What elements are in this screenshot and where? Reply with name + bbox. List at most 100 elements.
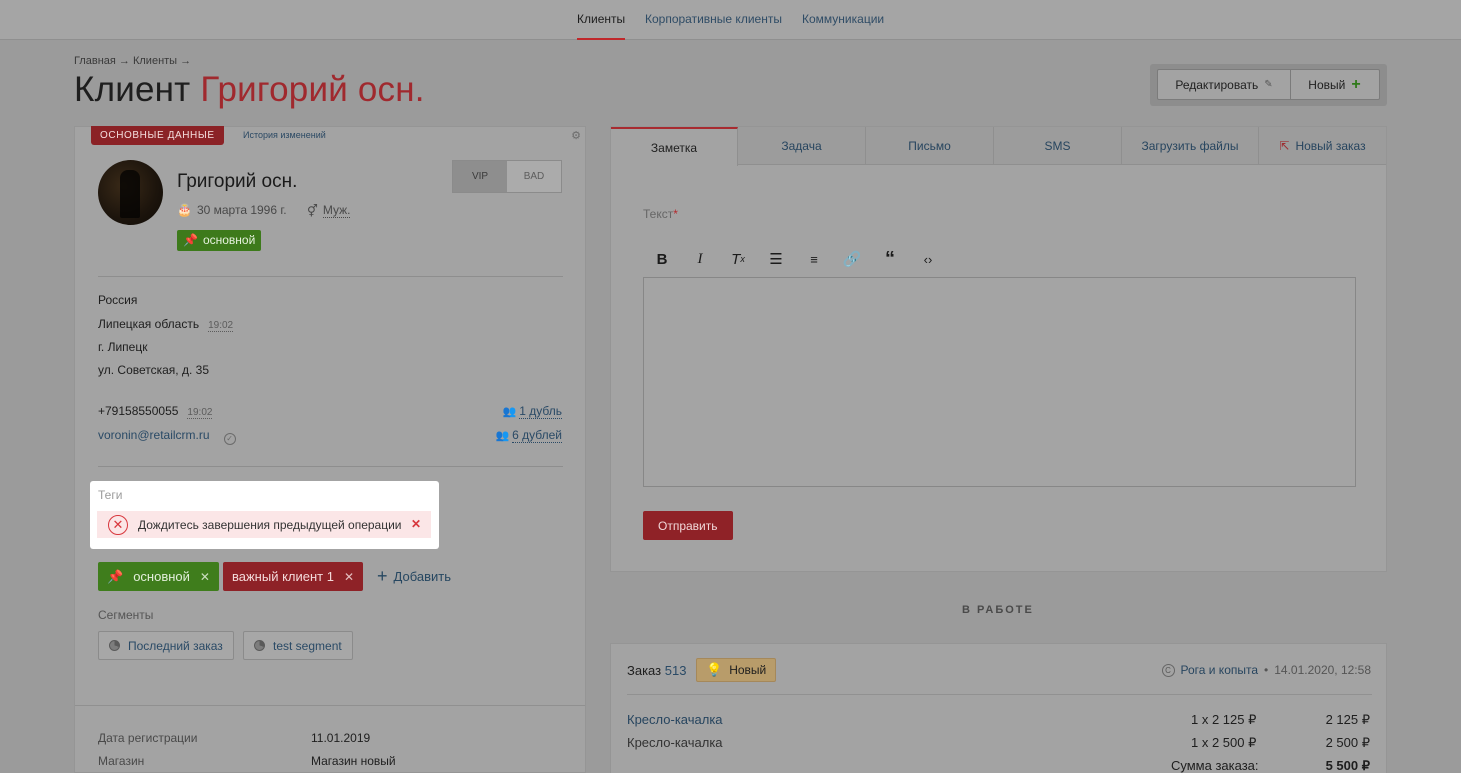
tag-item: 📌 основной ✕ (98, 562, 219, 591)
remove-tag-icon[interactable]: ✕ (200, 570, 210, 584)
tab-sms[interactable]: SMS (994, 127, 1122, 165)
italic-icon[interactable]: I (681, 247, 719, 271)
segment-item[interactable]: test segment (243, 631, 353, 660)
order-number-link[interactable]: 513 (665, 663, 687, 678)
order-item-sum: 2 500 ₽ (1325, 735, 1370, 750)
nav-tab-communications[interactable]: Коммуникации (802, 12, 884, 26)
tab-letter[interactable]: Письмо (866, 127, 994, 165)
breadcrumb[interactable]: Главная → Клиенты → (74, 55, 191, 67)
bullet-list-icon[interactable]: ☰ (757, 247, 795, 271)
nav-tab-clients[interactable]: Клиенты (577, 12, 625, 26)
order-item-qty: 1 x 2 125 ₽ (1191, 712, 1257, 727)
birthday-value: 30 марта 1996 г. (196, 203, 287, 217)
new-client-button[interactable]: Новый + (1291, 70, 1378, 99)
email-duplicates[interactable]: 👥 6 дублей (495, 428, 562, 443)
required-mark: * (673, 207, 678, 221)
add-tag-label: Добавить (393, 568, 451, 584)
error-circle-icon: ✕ (108, 514, 128, 535)
note-text-editor[interactable] (643, 277, 1356, 487)
tab-task[interactable]: Задача (738, 127, 866, 165)
phone-value[interactable]: +79158550055 (98, 404, 178, 418)
bad-toggle[interactable]: BAD (507, 161, 561, 192)
email: voronin@retailcrm.ru ✓ (98, 428, 236, 445)
numbered-list-icon[interactable]: ≡ (795, 247, 833, 271)
sex: ⚥ Муж. (307, 203, 351, 218)
edit-button[interactable]: Редактировать ✎ (1158, 70, 1291, 99)
order-item-name: Кресло-качалка (627, 735, 723, 750)
history-link[interactable]: История изменений (243, 130, 326, 140)
gear-icon[interactable]: ⚙ (571, 129, 581, 142)
address-region-value: Липецкая область (98, 317, 200, 331)
email-duplicates-label: 6 дублей (512, 428, 562, 443)
pie-chart-icon (109, 640, 120, 651)
plus-icon: + (377, 566, 388, 586)
error-close-icon[interactable]: ✕ (411, 517, 421, 531)
avatar (98, 160, 163, 225)
tab-new-order[interactable]: ⇱ Новый заказ (1259, 127, 1386, 165)
bold-icon[interactable]: B (643, 247, 681, 271)
code-icon[interactable]: ‹› (909, 247, 947, 271)
order-item-sum: 2 125 ₽ (1325, 712, 1370, 727)
order-item-qty: 1 x 2 500 ₽ (1191, 735, 1257, 750)
check-circle-icon: ✓ (223, 433, 236, 445)
composer-tabs: Заметка Задача Письмо SMS Загрузить файл… (611, 127, 1386, 166)
text-field-label: Текст* (643, 207, 678, 221)
quote-icon[interactable]: “ (871, 247, 909, 271)
duplicate-users-icon: 👥 (495, 430, 510, 442)
gender-icon: ⚥ (307, 203, 318, 218)
client-footer-info: Дата регистрации 11.01.2019 Магазин Мага… (75, 705, 585, 773)
page-title: Клиент Григорий осн. (74, 70, 425, 110)
registration-date-value: 11.01.2019 (311, 731, 371, 745)
external-link-icon: ⇱ (1279, 139, 1290, 153)
tab-note[interactable]: Заметка (611, 127, 738, 166)
tab-upload-files[interactable]: Загрузить файлы (1122, 127, 1259, 165)
birthday: 🎂 30 марта 1996 г. (177, 203, 287, 217)
order-item-name[interactable]: Кресло-качалка (627, 712, 723, 727)
email-value[interactable]: voronin@retailcrm.ru (98, 428, 210, 442)
text-label: Текст (643, 207, 674, 221)
page-title-client-name: Григорий осн. (200, 70, 425, 109)
phone-duplicates-label: 1 дубль (519, 404, 562, 419)
cake-icon: 🎂 (177, 203, 192, 217)
address-street: ул. Советская, д. 35 (98, 363, 209, 377)
order-shop-name[interactable]: Рога и копыта (1181, 663, 1259, 677)
tag-item: важный клиент 1 ✕ (223, 562, 364, 591)
active-tab-underline (577, 38, 625, 40)
clear-format-icon[interactable]: Tx (719, 247, 757, 271)
add-tag-button[interactable]: + Добавить (377, 567, 451, 585)
phone: +79158550055 19:02 (98, 404, 213, 419)
send-button[interactable]: Отправить (643, 511, 733, 540)
sex-value[interactable]: Муж. (322, 203, 351, 218)
phone-duplicates[interactable]: 👥 1 дубль (503, 404, 562, 419)
section-badge-main-data[interactable]: ОСНОВНЫЕ ДАННЫЕ (91, 126, 224, 145)
order-card: Заказ 513 💡 Новый C Рога и копыта • 14.0… (610, 643, 1387, 773)
main-tag-label: основной (202, 233, 256, 247)
order-status-badge: 💡 Новый (696, 658, 777, 682)
order-title: Заказ 513 (627, 663, 686, 678)
divider (627, 694, 1372, 695)
lightbulb-icon: 💡 (706, 662, 723, 677)
top-navigation: Клиенты Корпоративные клиенты Коммуникац… (0, 0, 1461, 40)
nav-tab-corporate-clients[interactable]: Корпоративные клиенты (645, 12, 782, 26)
vip-bad-toggle: VIP BAD (452, 160, 562, 193)
order-shop-info: C Рога и копыта • 14.01.2020, 12:58 (1161, 663, 1371, 677)
edit-icon: ✎ (1264, 79, 1273, 90)
duplicate-users-icon: 👥 (502, 406, 517, 418)
registration-date-label: Дата регистрации (98, 731, 198, 745)
tags-error-block: Теги ✕ Дождитесь завершения предыдущей о… (90, 481, 439, 549)
segments-label: Сегменты (98, 608, 154, 622)
address-region: Липецкая область 19:02 (98, 317, 234, 332)
pin-icon: 📌 (183, 233, 198, 247)
shop-icon: C (1161, 663, 1175, 677)
segment-item[interactable]: Последний заказ (98, 631, 234, 660)
remove-tag-icon[interactable]: ✕ (344, 570, 354, 584)
separator-dot: • (1264, 663, 1269, 677)
order-total-label: Сумма заказа: (1171, 758, 1259, 773)
link-icon[interactable]: 🔗 (833, 247, 871, 271)
edit-button-label: Редактировать (1175, 77, 1259, 92)
address-country: Россия (98, 293, 138, 307)
order-label: Заказ (627, 663, 662, 678)
shop-label: Магазин (98, 754, 145, 768)
vip-toggle[interactable]: VIP (453, 161, 507, 192)
tag-label: основной (133, 569, 190, 584)
